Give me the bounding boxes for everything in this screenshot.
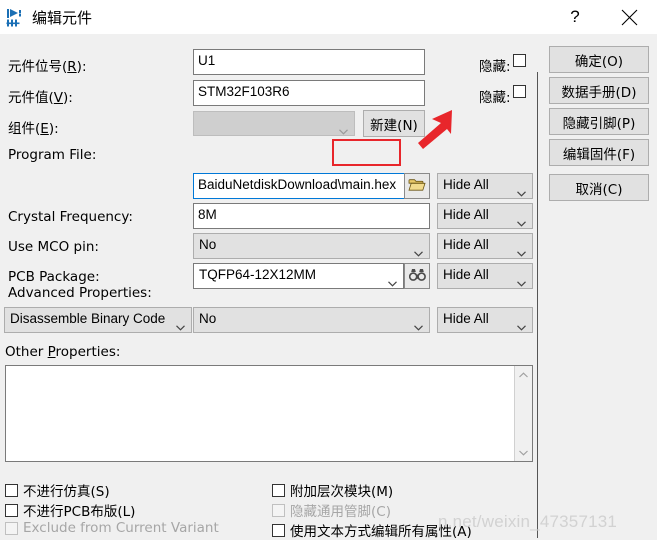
advanced-property-value-combobox[interactable]: No [193,307,430,333]
element-combobox[interactable] [193,111,355,136]
checkbox-attach-hierarchy-module[interactable]: 附加层次模块(M) [272,480,393,500]
label-other-properties: Other Properties: [5,344,121,360]
use-mco-pin-hide-combobox[interactable]: Hide All [437,233,533,259]
scroll-down-icon[interactable] [515,444,532,461]
help-button[interactable]: ? [552,0,598,34]
window-title: 编辑元件 [32,9,93,27]
chevron-down-icon [339,121,348,135]
checkbox-box [272,523,285,537]
chevron-down-icon [414,317,423,331]
label-use-mco-pin: Use MCO pin: [8,239,99,255]
close-button[interactable] [606,0,652,34]
new-button[interactable]: 新建(N) [363,110,425,137]
component-symbol-icon [6,8,26,28]
program-file-hide-combobox[interactable]: Hide All [437,173,533,199]
hidden-reference-checkbox[interactable] [513,54,526,67]
binoculars-icon [408,268,426,285]
checkbox-hide-common-pins: 隐藏通用管脚(C) [272,500,391,520]
checkbox-box [272,503,285,517]
checkbox-box [5,503,18,517]
chevron-down-icon [517,213,526,227]
dialog-body: 元件位号(R): U1 隐藏: 元件值(V): STM32F103R6 隐藏: … [0,34,657,540]
checkbox-label: 隐藏通用管脚(C) [290,504,391,520]
chevron-down-icon [517,273,526,287]
chevron-down-icon [388,273,397,287]
hide-all-value: Hide All [443,311,489,326]
checkbox-exclude-from-simulation[interactable]: 不进行仿真(S) [5,480,110,500]
label-hidden-value: 隐藏: [479,90,511,106]
hide-pins-button[interactable]: 隐藏引脚(P) [549,108,649,135]
checkbox-exclude-from-current-variant: Exclude from Current Variant [5,520,219,536]
checkbox-label: 附加层次模块(M) [290,484,394,500]
use-mco-pin-combobox[interactable]: No [193,233,430,259]
open-folder-icon [408,177,426,195]
cancel-button[interactable]: 取消(C) [549,174,649,201]
checkbox-box [5,483,18,497]
pcb-package-combobox[interactable]: TQFP64-12X12MM [193,263,404,289]
advanced-property-combobox[interactable]: Disassemble Binary Code [4,307,192,333]
chevron-down-icon [517,183,526,197]
checkbox-box [513,85,526,98]
checkbox-box [513,54,526,67]
other-properties-textarea[interactable] [5,365,533,462]
watermark-text: n.net/weixin_47357131 [438,512,618,531]
label-component-reference: 元件位号(R): [8,59,87,75]
browse-program-file-button[interactable] [404,173,430,199]
edit-firmware-button[interactable]: 编辑固件(F) [549,139,649,166]
hide-all-value: Hide All [443,207,489,222]
help-icon: ? [570,7,580,26]
checkbox-exclude-from-pcb-layout[interactable]: 不进行PCB布版(L) [5,500,135,520]
vertical-divider [537,72,538,538]
pcb-package-hide-combobox[interactable]: Hide All [437,263,533,289]
crystal-frequency-input[interactable]: 8M [193,203,430,229]
datasheet-button[interactable]: 数据手册(D) [549,77,649,104]
label-pcb-package: PCB Package: [8,269,100,285]
label-element: 组件(E): [8,121,59,137]
scroll-up-icon[interactable] [515,366,532,383]
advanced-value: No [199,311,217,326]
hide-all-value: Hide All [443,267,489,282]
checkbox-box [272,483,285,497]
pcb-package-search-button[interactable] [404,263,430,289]
advanced-property-hide-combobox[interactable]: Hide All [437,307,533,333]
hide-all-value: Hide All [443,237,489,252]
crystal-frequency-hide-combobox[interactable]: Hide All [437,203,533,229]
label-program-file: Program File: [8,147,97,163]
chevron-down-icon [176,317,185,331]
label-hidden-reference: 隐藏: [479,59,511,75]
checkbox-label: 不进行仿真(S) [23,484,110,500]
title-bar: 编辑元件 ? [0,0,657,34]
pcb-package-value: TQFP64-12X12MM [199,267,317,282]
label-crystal-frequency: Crystal Frequency: [8,209,133,225]
checkbox-label: Exclude from Current Variant [23,520,219,536]
label-component-value: 元件值(V): [8,90,73,106]
chevron-down-icon [414,243,423,257]
other-properties-scrollbar[interactable] [514,366,532,461]
advanced-property-value: Disassemble Binary Code [10,311,166,326]
checkbox-box [5,521,18,535]
hide-all-value: Hide All [443,177,489,192]
component-value-input[interactable]: STM32F103R6 [193,80,425,106]
hidden-value-checkbox[interactable] [513,85,526,98]
checkbox-label: 不进行PCB布版(L) [23,504,136,520]
close-icon [621,9,638,26]
component-reference-input[interactable]: U1 [193,49,425,75]
program-file-input[interactable]: BaiduNetdiskDownload\main.hex [193,173,405,199]
label-advanced-properties: Advanced Properties: [8,285,152,301]
chevron-down-icon [517,243,526,257]
ok-button[interactable]: 确定(O) [549,46,649,73]
use-mco-pin-value: No [199,237,217,252]
chevron-down-icon [517,317,526,331]
